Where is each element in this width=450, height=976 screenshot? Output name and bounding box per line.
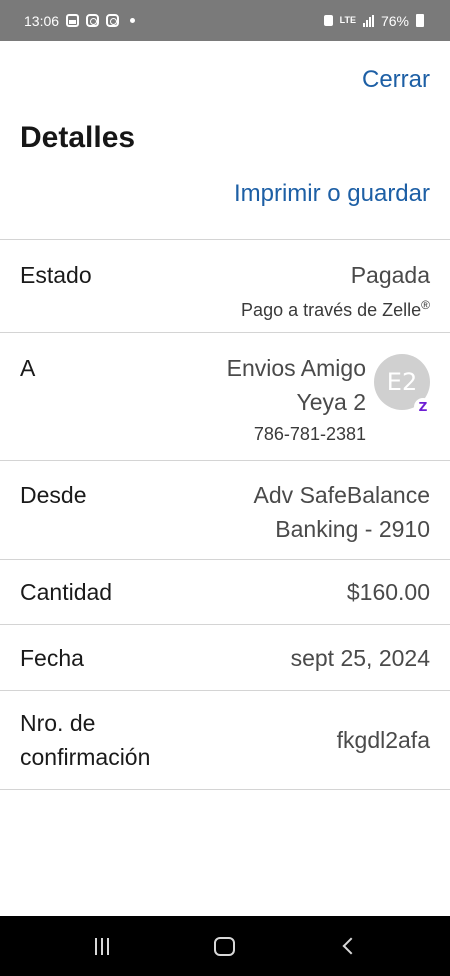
avatar: E2 Z: [374, 354, 432, 416]
recipient-text: Envios Amigo Yeya 2 786-781-2381: [227, 351, 366, 449]
confirmation-label: Nro. de confirmación: [20, 706, 150, 774]
payment-method: Pago a través de Zelle®: [241, 292, 430, 323]
amount-value: $160.00: [346, 579, 430, 605]
close-button[interactable]: Cerrar: [362, 66, 430, 94]
recipient-label: A: [20, 355, 36, 381]
recipient-phone: 786-781-2381: [253, 424, 366, 444]
signal-icon: [362, 14, 374, 27]
status-bar: 13:06 LTE 76%: [0, 0, 450, 41]
network-type: LTE: [339, 15, 356, 25]
recent-apps-button[interactable]: [72, 926, 132, 966]
recipient-group: Envios Amigo Yeya 2 786-781-2381 E2 Z: [227, 351, 432, 449]
registered-mark: ®: [421, 298, 430, 312]
amount-label: Cantidad: [20, 579, 113, 605]
date-label: Fecha: [20, 644, 84, 671]
instagram-notification-icon: [86, 14, 100, 27]
zelle-badge-icon: Z: [414, 398, 432, 416]
recents-icon: [94, 937, 109, 955]
detail-row-date: Fecha sept 25, 2024: [0, 625, 450, 691]
confirmation-value: fkgdl2afa: [336, 727, 430, 753]
home-icon: [214, 936, 236, 956]
back-button[interactable]: [318, 926, 378, 966]
more-notifications-dot-icon: [130, 18, 136, 23]
status-value: Pagada: [350, 262, 430, 288]
system-nav-bar: [0, 916, 450, 976]
print-or-save-button[interactable]: Imprimir o guardar: [234, 180, 430, 208]
date-value: sept 25, 2024: [290, 644, 430, 671]
source-account-line1: Adv SafeBalance: [253, 482, 430, 508]
detail-row-amount: Cantidad $160.00: [0, 560, 450, 625]
avatar-initials: E2: [386, 368, 418, 396]
vpn-lock-icon: [323, 15, 333, 26]
confirmation-label-line1: Nro. de: [20, 710, 96, 736]
source-account: Adv SafeBalance Banking - 2910: [254, 478, 430, 546]
status-label: Estado: [20, 262, 92, 288]
payment-details: Estado Pagada Pago a través de Zelle® A …: [0, 239, 450, 790]
detail-row-source-account: Desde Adv SafeBalance Banking - 2910: [0, 461, 450, 560]
source-label: Desde: [20, 482, 87, 508]
status-left: 13:06: [24, 12, 136, 29]
gallery-notification-icon: [66, 14, 80, 27]
recipient-name-line1: Envios Amigo: [226, 355, 366, 381]
recipient-name-line2: Yeya 2: [296, 389, 367, 415]
battery-icon: [416, 14, 424, 27]
status-value-group: Pagada Pago a través de Zelle®: [241, 258, 430, 323]
battery-percent: 76%: [380, 12, 409, 29]
instagram-notification-icon-2: [106, 14, 120, 27]
status-time: 13:06: [24, 12, 60, 29]
detail-row-recipient: A Envios Amigo Yeya 2 786-781-2381 E2 Z: [0, 333, 450, 461]
source-account-line2: Banking - 2910: [275, 516, 430, 542]
back-icon: [342, 937, 360, 955]
payment-method-text: Pago a través de Zelle: [241, 300, 422, 320]
status-right: LTE 76%: [323, 12, 424, 29]
page-title: Detalles: [20, 121, 136, 154]
home-button[interactable]: [195, 926, 255, 966]
detail-row-confirmation: Nro. de confirmación fkgdl2afa: [0, 691, 450, 790]
confirmation-label-line2: confirmación: [20, 744, 151, 770]
detail-row-status: Estado Pagada Pago a través de Zelle®: [0, 240, 450, 333]
